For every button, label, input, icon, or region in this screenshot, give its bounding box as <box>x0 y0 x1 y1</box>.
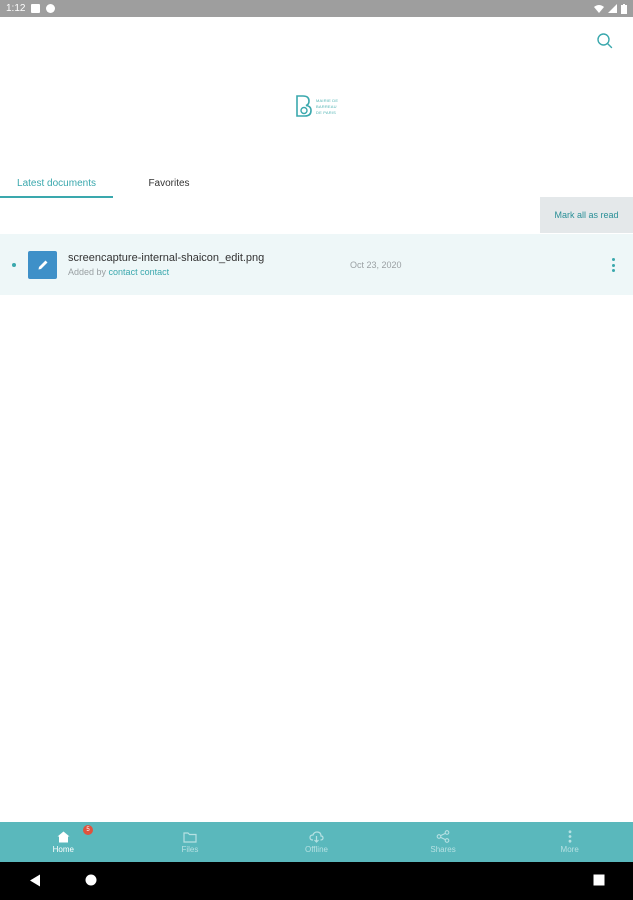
document-date: Oct 23, 2020 <box>350 260 402 270</box>
status-bar: 1:12 <box>0 0 633 17</box>
tab-latest-documents[interactable]: Latest documents <box>0 168 113 198</box>
nav-label-offline: Offline <box>304 844 328 854</box>
cloud-download-icon <box>309 830 324 843</box>
folder-icon <box>183 831 197 843</box>
nav-label-more: More <box>560 845 579 854</box>
nav-item-home[interactable]: 5 Home <box>0 822 127 862</box>
document-name[interactable]: screencapture-internal-shaicon_edit.png <box>68 252 264 264</box>
sync-icon <box>46 4 56 13</box>
status-left: 1:12 <box>6 3 56 14</box>
recents-icon[interactable] <box>593 874 605 886</box>
menu-dot <box>611 269 615 272</box>
menu-dot <box>611 263 615 267</box>
nav-item-offline[interactable]: Offline <box>253 822 380 862</box>
tab-favorites-label: Favorites <box>148 177 190 189</box>
back-icon[interactable] <box>29 874 41 887</box>
app-logo: MAIRIE DE BARREAU DE PARIS <box>295 94 338 118</box>
menu-dot <box>611 258 615 261</box>
tab-favorites[interactable]: Favorites <box>113 168 225 198</box>
logo-line-2: BARREAU <box>316 103 337 109</box>
document-row[interactable] <box>0 234 633 295</box>
logo-line-3: DE PARIS <box>316 109 336 115</box>
tab-latest-documents-label: Latest documents <box>17 177 96 189</box>
home-badge: 5 <box>83 825 93 835</box>
document-meta: Added by contact contact <box>68 267 169 277</box>
more-vertical-icon <box>568 830 572 843</box>
system-navigation-bar <box>0 862 633 900</box>
added-by-prefix: Added by <box>68 267 107 277</box>
logo-line-1: MAIRIE DE <box>316 97 339 103</box>
nav-item-more[interactable]: More <box>506 822 633 862</box>
nav-item-shares[interactable]: Shares <box>380 822 507 862</box>
sd-card-icon <box>31 4 41 13</box>
search-icon <box>597 33 613 49</box>
nav-label-home: Home <box>52 844 74 854</box>
document-type-icon <box>28 251 57 279</box>
mark-all-read-button[interactable]: Mark all as read <box>540 197 633 233</box>
nav-label-shares: Shares <box>430 845 456 854</box>
logo-text: MAIRIE DE BARREAU DE PARIS <box>316 98 338 115</box>
edit-icon <box>38 260 47 270</box>
mark-all-read-label: Mark all as read <box>554 210 619 220</box>
wifi-icon <box>594 5 604 13</box>
search-button[interactable] <box>595 31 615 51</box>
signal-icon <box>608 4 617 13</box>
nav-item-files[interactable]: Files <box>127 822 254 862</box>
home-circle-icon[interactable] <box>85 874 97 886</box>
home-icon <box>57 831 70 842</box>
status-time: 1:12 <box>6 3 26 14</box>
document-tabs: Latest documents Favorites <box>0 168 633 198</box>
nav-label-files: Files <box>181 844 199 854</box>
status-right <box>594 3 627 14</box>
added-by-author[interactable]: contact contact <box>109 267 170 277</box>
app-screen: 1:12 MAIRIE DE BARREAU DE PARIS Latest d… <box>0 0 633 900</box>
logo-mark-icon <box>296 95 312 117</box>
battery-icon <box>621 3 627 14</box>
bottom-navigation: 5 Home Files Offline Shares More <box>0 822 633 862</box>
share-icon <box>436 830 450 843</box>
unread-indicator <box>12 263 16 267</box>
document-more-menu-button[interactable] <box>608 256 618 274</box>
